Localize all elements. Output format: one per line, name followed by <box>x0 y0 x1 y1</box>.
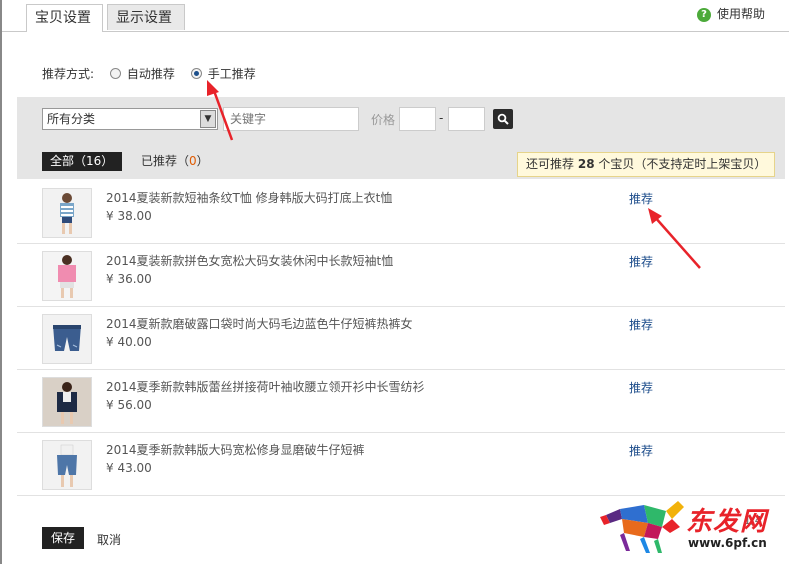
watermark-logo: 东发网 www.6pf.cn <box>600 493 786 559</box>
list-item: 2014夏装新款短袖条纹T恤 修身韩版大码打底上衣t恤 ¥ 38.00 推荐 <box>17 181 785 244</box>
product-thumbnail <box>42 188 92 238</box>
product-price: ¥ 38.00 <box>106 209 152 223</box>
price-min-input[interactable] <box>399 107 436 131</box>
radio-circle[interactable] <box>109 68 121 79</box>
recommend-quota-notice: 还可推荐 28 个宝贝（不支持定时上架宝贝） <box>517 152 775 177</box>
product-price: ¥ 56.00 <box>106 398 152 412</box>
question-icon: ? <box>696 7 711 22</box>
product-thumbnail <box>42 251 92 301</box>
product-price: ¥ 36.00 <box>106 272 152 286</box>
tab-recommended-items[interactable]: 已推荐（0） <box>141 152 209 171</box>
watermark-brand: 东发网 <box>686 507 768 537</box>
cancel-button[interactable]: 取消 <box>97 531 121 548</box>
radio-manual-label: 手工推荐 <box>207 67 256 81</box>
item-list: 2014夏装新款短袖条纹T恤 修身韩版大码打底上衣t恤 ¥ 38.00 推荐 2… <box>17 181 785 496</box>
tab-bar: 宝贝设置 显示设置 <box>2 0 789 32</box>
radio-circle-checked[interactable] <box>190 68 202 79</box>
search-icon <box>497 113 509 125</box>
tab-baby-settings[interactable]: 宝贝设置 <box>26 4 103 32</box>
chevron-down-icon[interactable]: ▼ <box>200 110 216 128</box>
price-max-input[interactable] <box>448 107 485 131</box>
product-thumbnail <box>42 440 92 490</box>
recommended-count: 0 <box>189 154 197 168</box>
tab-display-settings[interactable]: 显示设置 <box>107 4 185 30</box>
list-item: 2014夏新款磨破露口袋时尚大码毛边蓝色牛仔短裤热裤女 ¥ 40.00 推荐 <box>17 307 785 370</box>
notice-count: 28 <box>577 157 595 171</box>
help-link[interactable]: ? 使用帮助 <box>696 5 765 23</box>
recommend-mode-label: 推荐方式: <box>42 67 95 81</box>
price-label: 价格 <box>371 113 396 127</box>
recommend-button[interactable]: 推荐 <box>629 190 653 207</box>
product-title[interactable]: 2014夏装新款短袖条纹T恤 修身韩版大码打底上衣t恤 <box>106 189 392 206</box>
radio-manual-recommend[interactable]: 手工推荐 <box>190 65 256 83</box>
list-item: 2014夏季新款韩版蕾丝拼接荷叶袖收腰立领开衫中长雪纺衫 ¥ 56.00 推荐 <box>17 370 785 433</box>
category-select[interactable]: 所有分类 ▼ <box>42 108 218 130</box>
bull-logo-icon <box>600 501 684 553</box>
product-title[interactable]: 2014夏季新款韩版大码宽松修身显磨破牛仔短裤 <box>106 441 365 458</box>
radio-auto-recommend[interactable]: 自动推荐 <box>109 65 175 83</box>
recommend-mode: 推荐方式: 自动推荐 手工推荐 <box>42 65 268 83</box>
tab-recommended-label: 已推荐（ <box>141 154 190 168</box>
recommend-button[interactable]: 推荐 <box>629 316 653 333</box>
notice-prefix: 还可推荐 <box>526 157 575 171</box>
watermark-url: www.6pf.cn <box>688 536 767 550</box>
recommend-button[interactable]: 推荐 <box>629 379 653 396</box>
window-left-border <box>0 0 2 564</box>
tab-all-items[interactable]: 全部（16） <box>42 152 122 171</box>
product-thumbnail <box>42 377 92 427</box>
tab-recommended-close: ） <box>196 154 209 168</box>
help-label: 使用帮助 <box>716 7 765 21</box>
product-title[interactable]: 2014夏装新款拼色女宽松大码女装休闲中长款短袖t恤 <box>106 252 393 269</box>
product-price: ¥ 40.00 <box>106 335 152 349</box>
save-button[interactable]: 保存 <box>42 527 84 549</box>
category-select-value: 所有分类 <box>47 112 96 126</box>
list-item: 2014夏季新款韩版大码宽松修身显磨破牛仔短裤 ¥ 43.00 推荐 <box>17 433 785 496</box>
product-title[interactable]: 2014夏季新款韩版蕾丝拼接荷叶袖收腰立领开衫中长雪纺衫 <box>106 378 425 395</box>
filter-panel: 所有分类 ▼ 价格 - 全部（16） 已推荐（0） 还可推荐 28 个宝贝（不支… <box>17 97 785 179</box>
product-price: ¥ 43.00 <box>106 461 152 475</box>
price-separator: - <box>439 111 444 125</box>
notice-suffix: 个宝贝（不支持定时上架宝贝） <box>598 157 767 171</box>
recommend-button[interactable]: 推荐 <box>629 253 653 270</box>
list-item: 2014夏装新款拼色女宽松大码女装休闲中长款短袖t恤 ¥ 36.00 推荐 <box>17 244 785 307</box>
search-button[interactable] <box>493 109 513 129</box>
product-thumbnail <box>42 314 92 364</box>
keyword-input[interactable] <box>223 107 359 131</box>
recommend-button[interactable]: 推荐 <box>629 442 653 459</box>
radio-auto-label: 自动推荐 <box>126 67 175 81</box>
product-title[interactable]: 2014夏新款磨破露口袋时尚大码毛边蓝色牛仔短裤热裤女 <box>106 315 413 332</box>
